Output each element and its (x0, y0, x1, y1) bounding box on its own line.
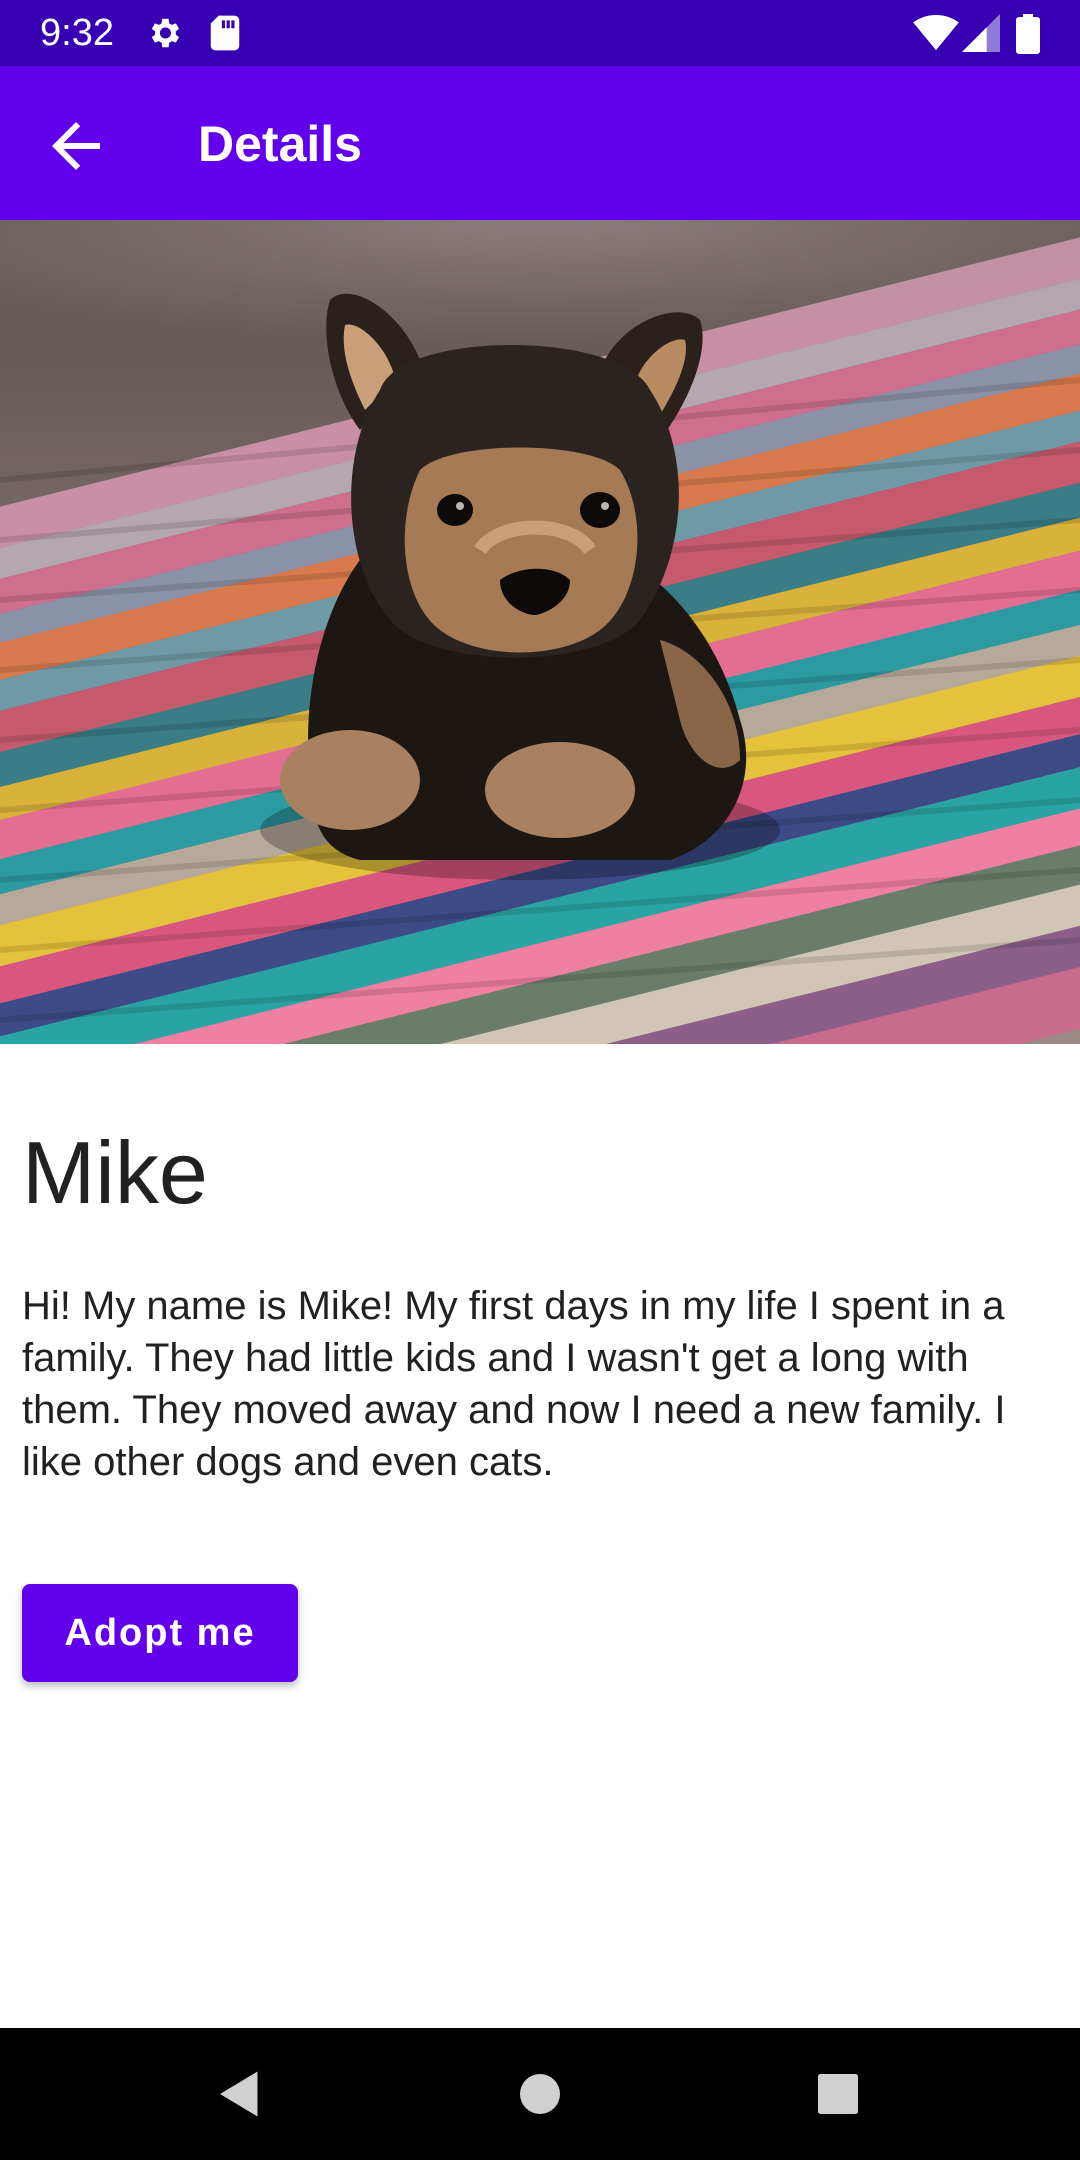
nav-back-button[interactable] (210, 2064, 270, 2124)
back-button[interactable] (40, 110, 112, 182)
navigation-bar (0, 2028, 1080, 2160)
gear-icon (151, 18, 180, 48)
nav-recents-button[interactable] (808, 2064, 868, 2124)
pet-description: Hi! My name is Mike! My first days in my… (22, 1284, 1006, 1484)
nav-home-button[interactable] (510, 2064, 570, 2124)
wifi-icon (913, 14, 959, 51)
pet-name: Mike (22, 1123, 208, 1222)
battery-icon (1016, 14, 1040, 54)
page-title: Details (198, 116, 362, 172)
back-triangle-icon (220, 2071, 258, 2117)
recents-square-icon (818, 2074, 858, 2114)
home-circle-icon (520, 2074, 560, 2114)
app-bar: Details (0, 66, 1080, 220)
status-bar: 9:32 (0, 0, 1080, 66)
adopt-button[interactable]: Adopt me (22, 1584, 298, 1682)
pet-photo (0, 220, 1080, 1044)
arrow-back-icon (52, 122, 100, 170)
puppy-image (0, 220, 1080, 1044)
status-time: 9:32 (40, 12, 114, 54)
signal-icon (962, 14, 1000, 52)
sd-card-icon (210, 15, 240, 51)
